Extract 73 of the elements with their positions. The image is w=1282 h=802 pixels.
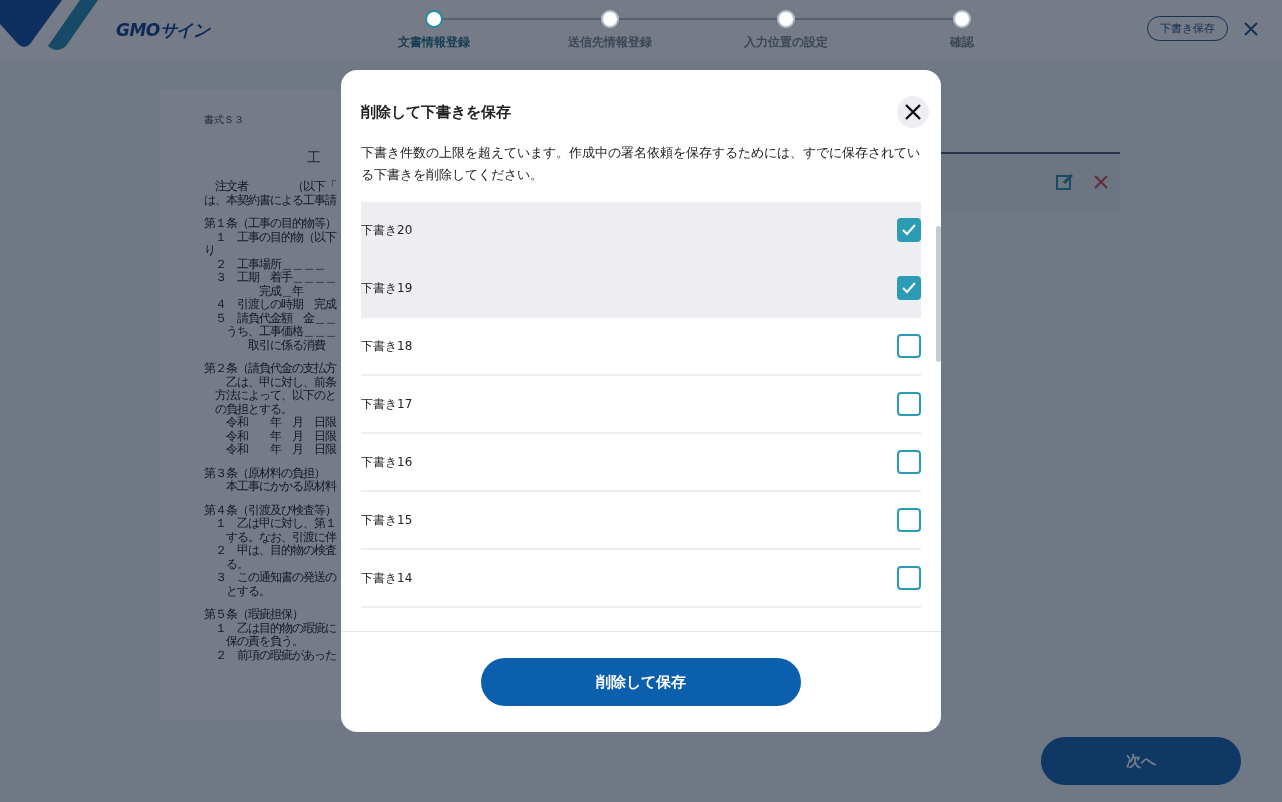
document-text: １ 乙は目的物の瑕疵に (214, 621, 336, 635)
checkbox[interactable] (897, 450, 921, 474)
step-label: 文書情報登録 (398, 34, 470, 51)
document-text: 第３条（原材料の負担） (204, 466, 325, 480)
document-text: 第１条（工事の目的物等） (204, 217, 336, 231)
document-text: り (204, 244, 215, 258)
checkbox[interactable] (897, 566, 921, 590)
document-text: ４ 引渡しの時期 完成 (214, 298, 336, 312)
checkbox[interactable] (897, 218, 921, 242)
document-text: は、本契約書による工事請 (204, 193, 336, 207)
dialog-message: 下書き件数の上限を超えています。作成中の署名依頼を保存するためには、すでに保存されている下書きを削除してください。 (360, 144, 921, 184)
draft-name: 下書き20 (361, 221, 413, 239)
document-text: ５ 請負代金額 金＿＿ (214, 311, 336, 325)
document-text: の負担とする。 (214, 402, 292, 416)
document-text: 第４条（引渡及び検査等） (204, 503, 336, 517)
draft-name: 下書き15 (361, 511, 413, 529)
document-text: 書式Ｓ３ (204, 114, 244, 126)
checkbox[interactable] (897, 334, 921, 358)
draft-row[interactable]: 下書き19 (361, 260, 921, 318)
document-text: 第５条（瑕疵担保） (204, 608, 303, 622)
dialog-title: 削除して下書きを保存 (361, 102, 511, 122)
check-icon (902, 224, 916, 236)
step-label: 送信先情報登録 (568, 34, 652, 51)
document-text: 完成＿年 (258, 284, 303, 298)
document-text: ２ 工事場所＿＿＿＿ (214, 257, 325, 271)
checkbox[interactable] (897, 276, 921, 300)
document-text: 第２条（請負代金の支払方 (204, 362, 336, 376)
delete-and-save-button[interactable]: 削除して保存 (481, 658, 801, 706)
document-text: ３ 工期 着手＿＿＿＿ (214, 271, 336, 285)
document-text: 令和 年 月 日限 (225, 429, 336, 443)
document-text: １ 工事の目的物（以下 (214, 230, 336, 244)
checkbox[interactable] (897, 508, 921, 532)
step-circle (425, 10, 443, 28)
draft-row[interactable]: 下書き15 (361, 492, 921, 550)
document-text: 注文者 （以下「 (214, 180, 336, 194)
draft-name: 下書き17 (361, 395, 413, 413)
draft-name: 下書き18 (361, 337, 413, 355)
document-text: 乙は、甲に対し、前条 (225, 375, 336, 389)
document-text: ２ 甲は、目的物の検査 (214, 544, 336, 558)
draft-row[interactable]: 下書き20 (361, 202, 921, 260)
close-button[interactable] (897, 96, 929, 128)
delete-icon[interactable] (1094, 175, 1108, 189)
step-label: 確認 (950, 34, 974, 51)
checkbox[interactable] (897, 392, 921, 416)
document-text: 方法によって、以下のと (214, 389, 336, 403)
draft-name: 下書き16 (361, 453, 413, 471)
document-text: とする。 (225, 584, 270, 598)
document-text: 令和 年 月 日限 (225, 416, 336, 430)
scrollbar[interactable] (936, 226, 941, 362)
document-text: １ 乙は甲に対し、第１ (215, 517, 336, 531)
document-text: ３ この通知書の発送の (214, 571, 336, 585)
draft-row[interactable]: 下書き16 (361, 434, 921, 492)
document-text: する。なお、引渡に伴 (225, 530, 336, 544)
document-text: ２ 前項の瑕疵があった (214, 648, 336, 662)
logo-text: GMOサイン (116, 19, 212, 42)
document-text: る。 (225, 557, 248, 571)
document-text: 本工事にかかる原材料 (225, 480, 336, 494)
document-title: 工 (307, 148, 321, 166)
document-text: 令和 年 月 日限 (225, 443, 336, 457)
draft-name: 下書き14 (361, 569, 413, 587)
draft-name: 下書き19 (361, 279, 413, 297)
draft-row[interactable]: 下書き18 (361, 318, 921, 376)
draft-row[interactable]: 下書き14 (361, 550, 921, 608)
logo-icon (0, 0, 100, 50)
draft-row[interactable]: 下書き17 (361, 376, 921, 434)
document-text: うち、工事価格＿＿＿ (225, 325, 336, 339)
document-text: 保の責を負う。 (225, 635, 303, 649)
step-label: 入力位置の設定 (744, 34, 828, 51)
close-icon (905, 104, 921, 120)
check-icon (902, 282, 916, 294)
document-text: 取引に係る消費 (247, 338, 325, 352)
edit-icon[interactable] (1056, 173, 1074, 191)
close-icon[interactable] (1244, 21, 1258, 36)
